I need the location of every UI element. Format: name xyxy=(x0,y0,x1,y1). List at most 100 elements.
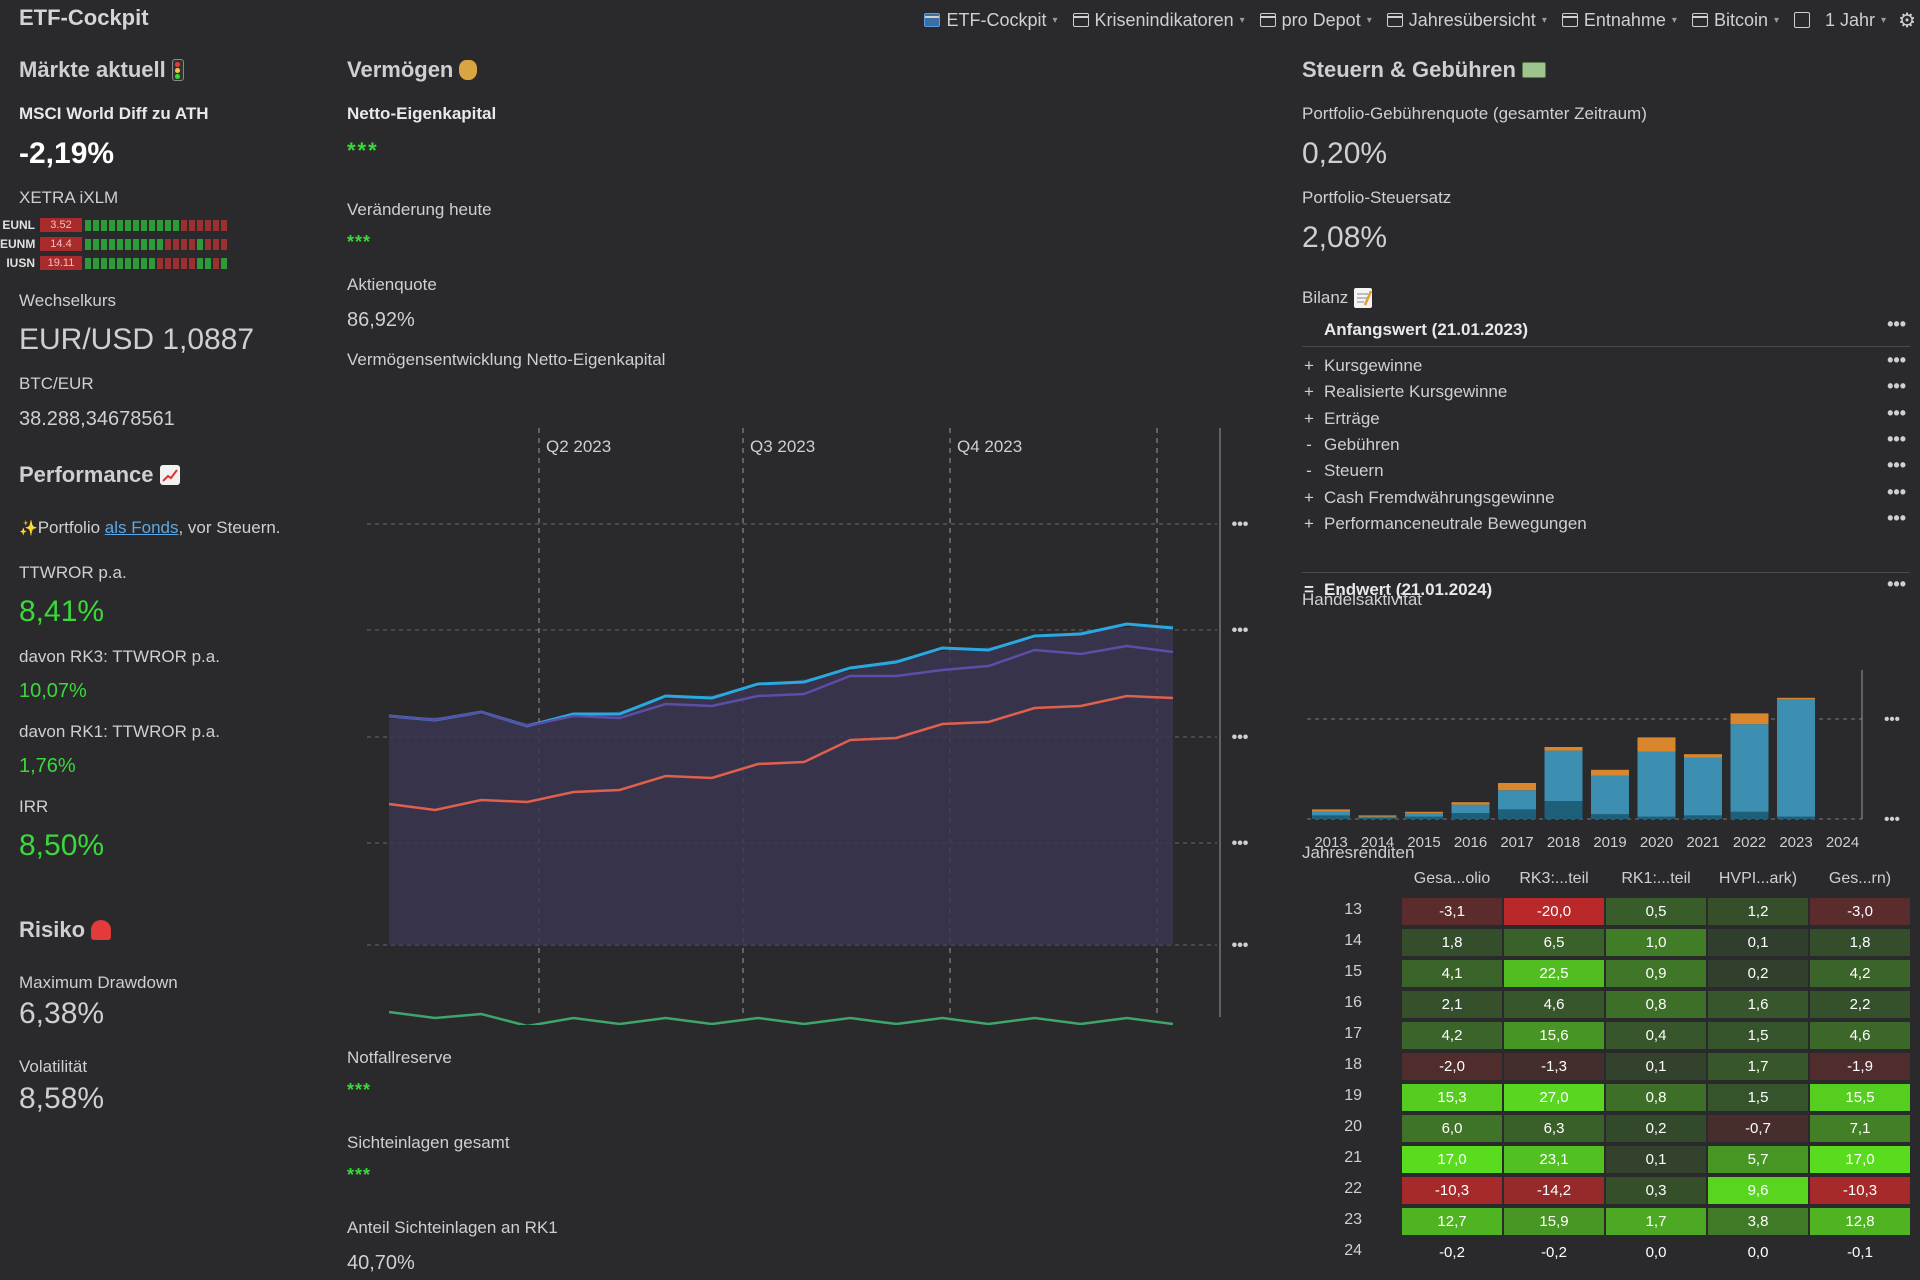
view-icon xyxy=(1561,13,1578,27)
bar-segment xyxy=(1730,811,1769,819)
rk1-label: davon RK1: TTWROR p.a. xyxy=(19,722,220,741)
x-tick-label: 2019 xyxy=(1593,834,1626,850)
tab-bitcoin[interactable]: Bitcoin ▾ xyxy=(1691,10,1779,31)
chevron-down-icon[interactable]: ▾ xyxy=(1053,15,1058,26)
table-cell: 7,1 xyxy=(1810,1115,1910,1142)
history-cell xyxy=(141,257,147,269)
y-tick-label: ••• xyxy=(1232,937,1249,954)
view-icon xyxy=(1691,13,1708,27)
taxes-heading: Steuern & Gebühren xyxy=(1302,57,1546,83)
x-tick-label: 2024 xyxy=(1826,834,1859,850)
history-cell xyxy=(173,238,179,250)
bilanz-row[interactable]: + Kursgewinne ••• xyxy=(1302,350,1910,380)
net-equity-label: Netto-Eigenkapital xyxy=(347,104,497,123)
fx-value: EUR/USD 1,0887 xyxy=(19,323,255,356)
bar-segment xyxy=(1405,813,1443,817)
note-suffix: , vor Steuern. xyxy=(178,518,281,537)
masked-value: ••• xyxy=(1887,428,1906,449)
new-view-button[interactable] xyxy=(1794,12,1810,28)
chevron-down-icon[interactable]: ▾ xyxy=(1367,15,1372,26)
chevron-down-icon[interactable]: ▾ xyxy=(1672,15,1677,26)
table-cell: 15,9 xyxy=(1504,1208,1604,1235)
history-cell xyxy=(93,219,99,231)
column-header[interactable]: Ges...rn) xyxy=(1810,870,1910,888)
table-cell: 1,5 xyxy=(1708,1084,1808,1111)
siren-icon xyxy=(91,920,112,940)
series-line xyxy=(388,1010,1174,1025)
bar-segment xyxy=(1358,817,1397,819)
bar-segment xyxy=(1451,813,1490,819)
bilanz-row[interactable]: + Cash Fremdwährungsgewinne ••• xyxy=(1302,482,1910,512)
bar-segment xyxy=(1312,809,1350,812)
fee-ratio-value: 0,20% xyxy=(1302,137,1388,170)
bar-segment xyxy=(1312,815,1350,819)
new-view-icon xyxy=(1794,12,1810,28)
bar-segment xyxy=(1637,816,1676,819)
bilanz-row[interactable]: + Realisierte Kursgewinne ••• xyxy=(1302,376,1910,406)
history-cell xyxy=(221,238,227,250)
column-header[interactable]: HVPI...ark) xyxy=(1708,870,1808,888)
table-cell: 2,1 xyxy=(1402,991,1502,1018)
history-cell xyxy=(141,238,147,250)
as-fund-link[interactable]: als Fonds xyxy=(105,518,179,537)
table-cell: 4,6 xyxy=(1504,991,1604,1018)
wealth-chart: ••• ••• ••• ••• ••• Q2 2023 Q3 2023 Q4 2023 xyxy=(367,428,1249,1025)
bar-segment xyxy=(1730,713,1769,725)
history-cell xyxy=(189,219,195,231)
tab-krisenindikatoren[interactable]: Krisenindikatoren ▾ xyxy=(1072,10,1245,31)
row-year: 13 xyxy=(1344,901,1362,918)
table-cell: 1,8 xyxy=(1810,929,1910,956)
column-header[interactable]: Gesa...olio xyxy=(1402,870,1502,888)
column-header[interactable]: RK1:...teil xyxy=(1606,870,1706,888)
table-cell: 0,1 xyxy=(1708,929,1808,956)
ttwror-value: 8,41% xyxy=(19,595,105,628)
bar-segment xyxy=(1684,754,1722,758)
masked-value: ••• xyxy=(1887,402,1906,423)
tab-label: pro Depot xyxy=(1281,9,1361,30)
bilanz-title: Bilanz xyxy=(1302,288,1349,307)
table-cell: 1,0 xyxy=(1606,929,1706,956)
history-cell xyxy=(157,257,163,269)
history-cell xyxy=(125,238,131,250)
bilanz-row[interactable]: - Gebühren ••• xyxy=(1302,429,1910,459)
x-tick-label: 2023 xyxy=(1779,834,1812,850)
x-tick-label: 2018 xyxy=(1547,834,1580,850)
view-icon xyxy=(1259,13,1276,27)
tab-entnahme[interactable]: Entnahme ▾ xyxy=(1561,10,1677,31)
bar-segment xyxy=(1637,751,1676,817)
tax-rate-value: 2,08% xyxy=(1302,221,1388,254)
bilanz-row[interactable]: + Erträge ••• xyxy=(1302,403,1910,433)
tab-pro-depot[interactable]: pro Depot ▾ xyxy=(1259,9,1372,31)
table-cell: 0,1 xyxy=(1606,1146,1706,1173)
xetra-history xyxy=(85,257,227,269)
app-title: ETF-Cockpit xyxy=(19,5,149,30)
chevron-down-icon[interactable]: ▾ xyxy=(1542,15,1547,26)
row-year: 19 xyxy=(1344,1087,1362,1104)
bilanz-row[interactable]: - Steuern ••• xyxy=(1302,455,1910,485)
tab-etf-cockpit[interactable]: ETF-Cockpit ▾ xyxy=(924,10,1058,31)
history-cell xyxy=(181,238,187,250)
gear-icon[interactable]: ⚙ xyxy=(1898,8,1916,33)
bilanz-start-row[interactable]: Anfangswert (21.01.2023) ••• xyxy=(1302,314,1910,344)
view-icon xyxy=(1386,13,1403,27)
bilanz-row[interactable]: + Performanceneutrale Bewegungen ••• xyxy=(1302,508,1910,538)
banknote-icon xyxy=(1521,62,1546,78)
table-cell: 4,1 xyxy=(1402,960,1502,987)
row-year: 24 xyxy=(1344,1242,1362,1259)
chevron-down-icon[interactable]: ▾ xyxy=(1774,15,1779,26)
tab-jahresuebersicht[interactable]: Jahresübersicht ▾ xyxy=(1386,10,1547,31)
xetra-history xyxy=(85,238,227,250)
wealth-heading: Vermögen xyxy=(347,57,478,83)
change-today-value: *** xyxy=(347,232,372,252)
chevron-down-icon[interactable]: ▾ xyxy=(1240,15,1245,26)
table-cell: 22,5 xyxy=(1504,960,1604,987)
table-cell: 0,8 xyxy=(1606,1084,1706,1111)
column-header[interactable]: RK3:...teil xyxy=(1504,870,1604,888)
period-selector[interactable]: 1 Jahr ▾ xyxy=(1825,10,1886,31)
history-cell xyxy=(189,257,195,269)
markets-title: Märkte aktuell xyxy=(19,57,166,82)
history-cell xyxy=(101,257,107,269)
history-cell xyxy=(173,219,179,231)
table-cell: 5,7 xyxy=(1708,1146,1808,1173)
chevron-down-icon: ▾ xyxy=(1881,14,1887,26)
